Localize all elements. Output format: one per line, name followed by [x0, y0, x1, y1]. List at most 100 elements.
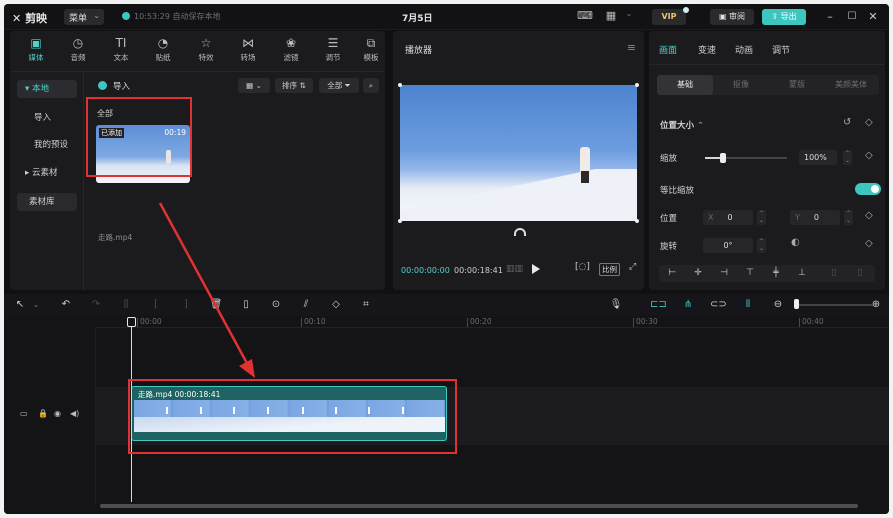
reset-icon[interactable]: ↺ [843, 117, 851, 128]
link-icon[interactable]: ⊂⊃ [710, 298, 727, 312]
scale-value[interactable]: 100% [799, 150, 837, 165]
keyframe-icon[interactable]: ◇ [865, 117, 873, 128]
play-icon[interactable] [532, 264, 540, 274]
horizontal-scrollbar[interactable] [100, 504, 858, 508]
eye-icon[interactable]: ◉ [54, 409, 61, 418]
cursor-chevron-icon[interactable]: ⌄ [28, 298, 44, 312]
distribute-h-icon[interactable]: ▯ [825, 267, 843, 280]
video-preview[interactable] [400, 85, 637, 221]
tab-filter[interactable]: ❀ 滤镜 [273, 36, 309, 66]
rotate-icon[interactable]: ◇ [328, 298, 344, 312]
rotate-stepper[interactable]: ⌃ ⌄ [757, 238, 766, 253]
expand-icon[interactable]: ⤢ [629, 262, 636, 272]
layout-chevron-icon[interactable]: ⌄ [620, 9, 638, 25]
zoom-out-icon[interactable]: ⊖ [770, 298, 786, 312]
crop-icon[interactable]: ⌗ [358, 298, 374, 312]
export-button[interactable]: ⇪ 导出 [762, 9, 806, 25]
track-video-icon[interactable]: ▭ [20, 409, 28, 418]
tab-adjust-props[interactable]: 调节 [772, 43, 790, 56]
vip-button[interactable]: VIP [652, 7, 689, 25]
position-y-stepper[interactable]: ⌃ ⌄ [844, 210, 853, 225]
playhead-handle[interactable] [127, 317, 136, 327]
filter-button[interactable]: 全部 ⏷ [319, 78, 359, 93]
microphone-icon[interactable]: 🎙 [608, 298, 624, 312]
position-x-stepper[interactable]: ⌃ ⌄ [757, 210, 766, 225]
scale-slider-knob[interactable] [720, 153, 727, 163]
redo-icon[interactable]: ↷ [88, 298, 104, 312]
rotate-dial-icon[interactable]: ◐ [791, 237, 800, 248]
align-right-icon[interactable]: ⊣ [715, 267, 733, 280]
ratio-button[interactable]: 比例 [599, 263, 620, 276]
menu-button[interactable]: 菜单 ⌄ [64, 9, 104, 25]
layout-icon[interactable]: ▦ [602, 9, 620, 25]
sidebar-item-presets[interactable]: 我的预设 [17, 136, 77, 154]
minimize-icon[interactable]: – [822, 9, 838, 25]
sort-button[interactable]: 排序 ⇅ [275, 78, 313, 93]
keyboard-icon[interactable]: ⌨ [576, 9, 594, 25]
search-button[interactable]: ⌕ [363, 78, 379, 93]
import-button[interactable]: 导入 [98, 80, 130, 92]
undo-icon[interactable]: ↶ [58, 298, 74, 312]
main-track-magnet-icon[interactable]: ⊏⊐ [650, 298, 667, 312]
lock-icon[interactable]: 🔒 [38, 409, 48, 418]
sidebar-item-local[interactable]: ▾ 本地 [17, 80, 77, 98]
scale-stepper[interactable]: ⌃ ⌄ [843, 150, 852, 165]
align-center-h-icon[interactable]: ✛ [689, 267, 707, 280]
resize-handle[interactable] [635, 83, 639, 87]
tab-adjust[interactable]: ☰ 调节 [315, 36, 351, 66]
resize-handle[interactable] [398, 219, 402, 223]
reverse-icon[interactable]: ⊙ [268, 298, 284, 312]
tab-template[interactable]: ⧉ 模板 [358, 36, 384, 66]
freeze-icon[interactable]: ▯ [238, 298, 254, 312]
tab-picture[interactable]: 画面 [659, 43, 677, 56]
rotate-field[interactable]: 0° [703, 238, 753, 253]
sidebar-item-library[interactable]: 素材库 [17, 193, 77, 211]
rotate-handle-icon[interactable] [514, 228, 526, 236]
menu-icon[interactable]: ≡ [627, 41, 636, 54]
close-icon[interactable]: ✕ [865, 9, 881, 25]
speaker-icon[interactable]: ◀) [70, 409, 79, 418]
tab-sticker[interactable]: ◔ 贴纸 [145, 36, 181, 66]
align-bottom-icon[interactable]: ⊥ [793, 267, 811, 280]
tab-effects[interactable]: ☆ 特效 [188, 36, 224, 66]
time-ruler[interactable]: 00:00 00:10 00:20 00:30 00:40 [96, 316, 889, 328]
keyframe-icon[interactable]: ◇ [865, 238, 873, 249]
position-y-field[interactable]: Y0 [790, 210, 840, 225]
preview-axis-icon[interactable]: ⫴ [740, 298, 756, 312]
delete-icon[interactable]: 🗑 [208, 298, 224, 312]
select-cursor-icon[interactable]: ↖ [12, 298, 28, 312]
zoom-slider-knob[interactable] [794, 299, 799, 309]
align-center-v-icon[interactable]: ╪ [767, 267, 785, 280]
scale-slider[interactable] [705, 153, 787, 163]
subtab-mask[interactable]: 蒙版 [769, 75, 825, 95]
position-x-field[interactable]: X0 [703, 210, 753, 225]
maximize-icon[interactable]: ☐ [844, 9, 860, 25]
sidebar-item-cloud[interactable]: ▸ 云素材 [17, 164, 77, 182]
subtab-cutout[interactable]: 抠像 [713, 75, 769, 95]
tab-transition[interactable]: ⋈ 转场 [230, 36, 266, 66]
tab-audio[interactable]: ◷ 音频 [60, 36, 96, 66]
tab-text[interactable]: TI 文本 [103, 36, 139, 66]
resize-handle[interactable] [398, 83, 402, 87]
split-icon[interactable]: ⫼ [118, 298, 134, 312]
zoom-slider[interactable] [799, 304, 873, 306]
align-top-icon[interactable]: ⊤ [741, 267, 759, 280]
subtab-beauty[interactable]: 美颜美体 [823, 75, 879, 95]
mirror-icon[interactable]: ⫽ [298, 298, 314, 312]
tab-media[interactable]: ▣ 媒体 [18, 36, 54, 66]
resize-handle[interactable] [635, 219, 639, 223]
keyframe-icon[interactable]: ◇ [865, 150, 873, 161]
uniform-scale-toggle[interactable] [855, 183, 881, 195]
auto-snap-icon[interactable]: ⋔ [680, 298, 696, 312]
fullscreen-fit-icon[interactable]: [◌] [575, 262, 590, 272]
subtab-basic[interactable]: 基础 [657, 75, 713, 95]
keyframe-icon[interactable]: ◇ [865, 210, 873, 221]
view-toggle-button[interactable]: ▦ ⌄ [238, 78, 270, 93]
split-right-icon[interactable]: ] [178, 298, 194, 312]
align-left-icon[interactable]: ⊢ [663, 267, 681, 280]
sidebar-item-import[interactable]: 导入 [17, 109, 77, 127]
review-button[interactable]: ▣ 审阅 [710, 9, 754, 25]
tab-animation[interactable]: 动画 [735, 43, 753, 56]
distribute-v-icon[interactable]: ▯ [851, 267, 869, 280]
split-left-icon[interactable]: [ [148, 298, 164, 312]
